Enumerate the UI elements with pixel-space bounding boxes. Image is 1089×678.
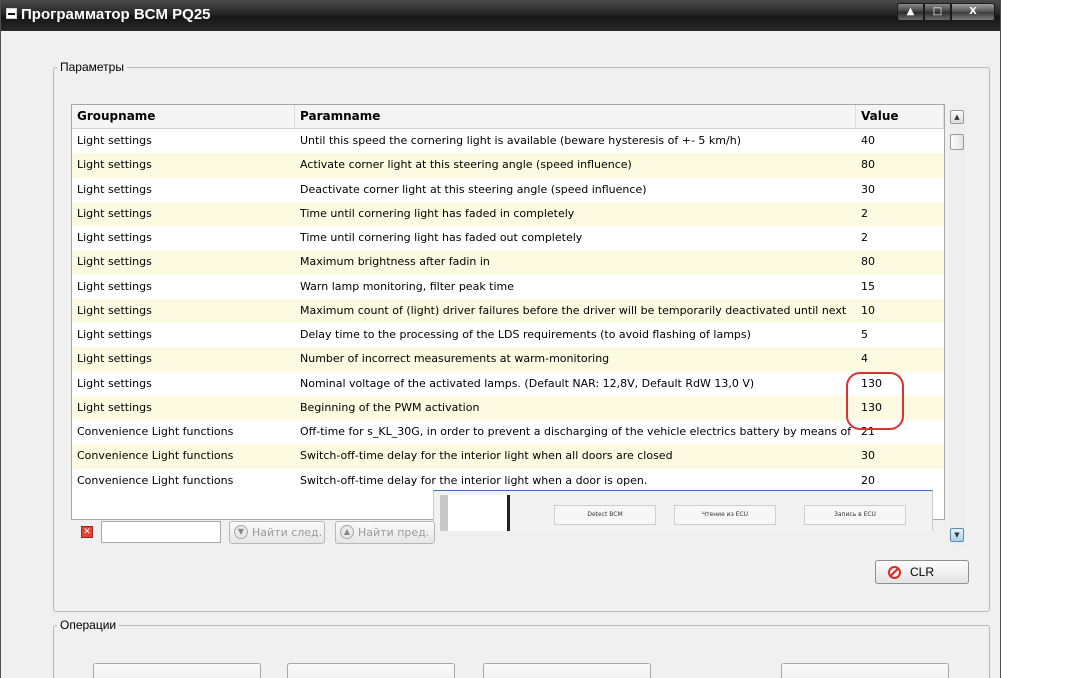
cell-groupname: Convenience Light functions bbox=[77, 449, 234, 463]
cell-groupname: Convenience Light functions bbox=[77, 425, 234, 438]
scroll-thumb[interactable] bbox=[950, 134, 964, 150]
arrow-up-icon: ▲ bbox=[340, 525, 354, 539]
search-input[interactable] bbox=[101, 521, 221, 543]
cell-paramname: Deactivate corner light at this steering… bbox=[300, 182, 647, 196]
operation-button-4[interactable] bbox=[781, 663, 949, 678]
cell-value[interactable]: 30 bbox=[856, 178, 944, 202]
cell-groupname: Light settings bbox=[77, 279, 152, 293]
system-menu-icon[interactable] bbox=[6, 8, 17, 19]
cell-paramname: Maximum count of (light) driver failures… bbox=[300, 303, 847, 317]
operation-button-3[interactable] bbox=[483, 663, 651, 678]
table-vertical-scrollbar[interactable]: ▲ ▼ bbox=[949, 104, 966, 546]
find-prev-button[interactable]: ▲ Найти пред. bbox=[335, 521, 435, 544]
table-row[interactable]: Light settings Deactivate corner light at… bbox=[72, 178, 944, 202]
table-header: Groupname Paramname Value bbox=[72, 105, 944, 129]
no-entry-icon bbox=[888, 566, 901, 579]
minimize-button[interactable]: ▲ bbox=[897, 3, 924, 21]
cell-paramname: Time until cornering light has faded out… bbox=[300, 231, 583, 244]
table-row[interactable]: Light settings Maximum brightness after f… bbox=[72, 250, 944, 275]
cell-value[interactable]: 80 bbox=[856, 153, 944, 177]
cell-paramname: Number of incorrect measurements at warm… bbox=[300, 352, 610, 366]
table-row[interactable]: Light settings Warn lamp monitoring, filt… bbox=[72, 275, 944, 299]
title-bar[interactable]: Программатор BCM PQ25 ▲ □ X bbox=[1, 0, 1000, 31]
highlight-circle-mark bbox=[846, 372, 904, 430]
operation-button-1[interactable] bbox=[93, 663, 261, 678]
table-row[interactable]: Light settings Beginning of the PWM activ… bbox=[72, 395, 944, 420]
cell-paramname: Nominal voltage of the activated lamps. … bbox=[300, 376, 755, 390]
cell-paramname: Until this speed the cornering light is … bbox=[300, 134, 741, 147]
minimize-icon: ▲ bbox=[906, 6, 915, 17]
table-row[interactable]: Light settings Time until cornering light… bbox=[72, 201, 944, 226]
find-next-button[interactable]: ▼ Найти след. bbox=[229, 521, 325, 544]
window-title: Программатор BCM PQ25 bbox=[21, 6, 211, 23]
cell-paramname: Off-time for s_KL_30G, in order to preve… bbox=[300, 425, 852, 438]
table-row[interactable]: Light settings Nominal voltage of the act… bbox=[72, 372, 944, 396]
table-row[interactable]: Light settings Activate corner light at t… bbox=[72, 153, 944, 178]
clr-button[interactable]: CLR bbox=[875, 560, 969, 584]
find-next-label: Найти след. bbox=[252, 526, 323, 539]
scroll-up-button[interactable]: ▲ bbox=[950, 110, 964, 124]
table-row[interactable]: Convenience Light functions Switch-off-ti… bbox=[72, 444, 944, 469]
cell-value[interactable]: 5 bbox=[856, 323, 944, 347]
cell-groupname: Light settings bbox=[77, 352, 152, 366]
close-button[interactable]: X bbox=[951, 3, 995, 21]
maximize-icon: □ bbox=[932, 6, 943, 17]
table-row[interactable]: Convenience Light functions Off-time for … bbox=[72, 420, 944, 444]
find-prev-label: Найти пред. bbox=[358, 526, 430, 539]
table-row[interactable]: Light settings Until this speed the corne… bbox=[72, 129, 944, 153]
column-header-paramname[interactable]: Paramname bbox=[295, 105, 856, 128]
window-controls: ▲ □ X bbox=[897, 3, 995, 21]
column-header-groupname[interactable]: Groupname bbox=[72, 105, 295, 128]
cell-value[interactable]: 80 bbox=[856, 250, 944, 274]
operations-legend: Операции bbox=[60, 618, 117, 632]
cell-value[interactable]: 2 bbox=[856, 202, 944, 226]
cell-paramname: Time until cornering light has faded in … bbox=[300, 206, 575, 220]
clr-label: CLR bbox=[910, 565, 935, 579]
cell-groupname: Light settings bbox=[77, 400, 152, 414]
cell-value[interactable]: 10 bbox=[856, 299, 944, 323]
maximize-button[interactable]: □ bbox=[924, 3, 951, 21]
table-row[interactable]: Light settings Number of incorrect measur… bbox=[72, 347, 944, 372]
table-row[interactable]: Light settings Time until cornering light… bbox=[72, 226, 944, 250]
table-row[interactable]: Light settings Maximum count of (light) d… bbox=[72, 298, 944, 323]
column-header-value[interactable]: Value bbox=[856, 105, 944, 128]
scroll-down-button[interactable]: ▼ bbox=[950, 528, 964, 542]
params-legend: Параметры bbox=[60, 60, 124, 74]
cell-value[interactable]: 20 bbox=[856, 469, 944, 493]
cell-value[interactable]: 40 bbox=[856, 129, 944, 153]
cell-paramname: Switch-off-time delay for the interior l… bbox=[300, 473, 648, 487]
search-bar: ✕ ▼ Найти след. ▲ Найти пред. bbox=[71, 519, 951, 547]
cell-paramname: Warn lamp monitoring, filter peak time bbox=[300, 279, 515, 293]
cell-groupname: Convenience Light functions bbox=[77, 473, 234, 487]
cell-groupname: Light settings bbox=[77, 328, 152, 341]
cell-paramname: Delay time to the processing of the LDS … bbox=[300, 328, 751, 341]
params-table[interactable]: Groupname Paramname Value Light settings… bbox=[71, 104, 945, 520]
cell-paramname: Activate corner light at this steering a… bbox=[300, 158, 632, 172]
cell-groupname: Light settings bbox=[77, 206, 152, 220]
cell-groupname: Light settings bbox=[77, 134, 152, 147]
close-icon: ✕ bbox=[83, 527, 91, 537]
operation-button-2[interactable] bbox=[287, 663, 455, 678]
cell-value[interactable]: 2 bbox=[856, 226, 944, 250]
cell-paramname: Switch-off-time delay for the interior l… bbox=[300, 449, 673, 463]
cell-groupname: Light settings bbox=[77, 376, 152, 390]
cell-groupname: Light settings bbox=[77, 158, 152, 172]
cell-value[interactable]: 30 bbox=[856, 444, 944, 468]
main-window: Программатор BCM PQ25 ▲ □ X Параметры Оп… bbox=[0, 0, 1001, 678]
cell-value[interactable]: 4 bbox=[856, 347, 944, 371]
cell-groupname: Light settings bbox=[77, 231, 152, 244]
arrow-down-icon: ▼ bbox=[234, 525, 248, 539]
table-body: Light settings Until this speed the corne… bbox=[72, 129, 944, 493]
cell-paramname: Maximum brightness after fadin in bbox=[300, 255, 490, 269]
cell-value[interactable]: 15 bbox=[856, 275, 944, 299]
cell-groupname: Light settings bbox=[77, 303, 152, 317]
scroll-down-icon: ▼ bbox=[954, 531, 960, 539]
cell-groupname: Light settings bbox=[77, 182, 152, 196]
cell-paramname: Beginning of the PWM activation bbox=[300, 400, 480, 414]
cell-groupname: Light settings bbox=[77, 255, 152, 269]
table-row[interactable]: Light settings Delay time to the processi… bbox=[72, 323, 944, 347]
search-close-button[interactable]: ✕ bbox=[81, 526, 93, 538]
scroll-up-icon: ▲ bbox=[954, 113, 960, 121]
